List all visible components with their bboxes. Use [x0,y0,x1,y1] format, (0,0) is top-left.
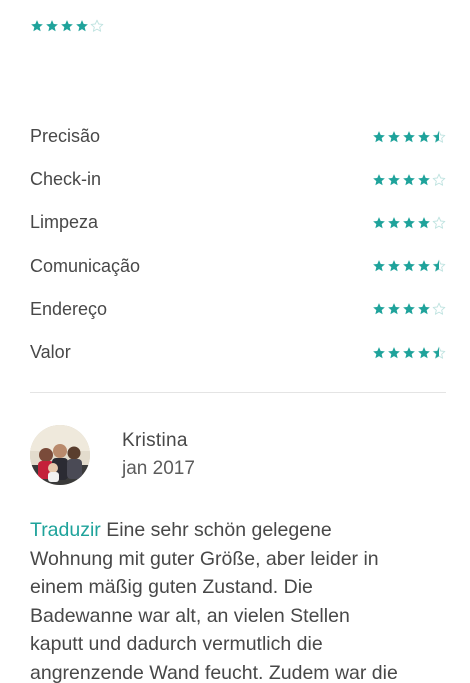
star-icon [417,216,431,230]
review-text-line: Badewanne war alt, an vielen Stellen [30,604,350,627]
star-icon [387,259,401,273]
star-icon [372,302,386,316]
category-rating-stars [372,216,446,230]
star-icon [30,19,44,33]
category-row-precisao: Precisão [30,115,446,158]
star-icon [387,346,401,360]
review-text-line: angrenzende Wand feucht. Zudem war die [30,661,398,683]
category-row-endereco: Endereço [30,288,446,331]
star-icon [387,216,401,230]
review-header: Kristina jan 2017 [30,425,195,485]
review-text-fragment: Eine sehr schön gelegene [106,519,332,541]
star-icon [372,173,386,187]
category-label: Limpeza [30,212,99,233]
star-icon [372,259,386,273]
star-empty-icon [432,302,446,316]
review-text-line: kaputt und dadurch vermutlich die [30,633,323,655]
star-icon [60,19,74,33]
category-rating-stars [372,259,446,273]
category-row-valor: Valor [30,331,446,374]
star-icon [387,173,401,187]
star-icon [372,346,386,360]
star-icon [402,259,416,273]
reviewer-avatar[interactable] [30,425,90,485]
category-label: Valor [30,342,71,363]
star-empty-icon [432,173,446,187]
category-rating-stars [372,173,446,187]
star-icon [372,130,386,144]
star-half-icon [432,259,446,273]
category-label: Check-in [30,169,102,190]
star-icon [75,19,89,33]
translate-link[interactable]: Traduzir [30,519,101,541]
star-icon [387,130,401,144]
star-icon [417,173,431,187]
star-empty-icon [432,216,446,230]
star-icon [417,346,431,360]
category-rating-stars [372,346,446,360]
category-row-check-in: Check-in [30,158,446,201]
reviewer-meta: Kristina jan 2017 [122,425,195,485]
reviewer-name[interactable]: Kristina [122,430,195,452]
star-icon [402,216,416,230]
review-text-line: Wohnung mit guter Größe, aber leider in [30,547,379,570]
section-divider [30,392,446,393]
category-label: Comunicação [30,255,141,276]
star-empty-icon [90,19,104,33]
category-rating-stars [372,302,446,316]
star-icon [372,216,386,230]
star-icon [402,302,416,316]
star-icon [402,173,416,187]
star-icon [417,130,431,144]
category-row-comunicacao: Comunicação [30,245,446,288]
star-icon [417,302,431,316]
category-row-limpeza: Limpeza [30,201,446,244]
star-half-icon [432,130,446,144]
star-icon [402,130,416,144]
overall-rating-stars [30,19,104,33]
star-half-icon [432,346,446,360]
review-text-line: einem mäßig guten Zustand. Die [30,576,313,598]
star-icon [387,302,401,316]
star-icon [417,259,431,273]
review-date: jan 2017 [122,458,195,479]
category-label: Endereço [30,298,108,319]
category-rating-stars [372,130,446,144]
category-label: Precisão [30,126,101,147]
reviews-screen: Precisão Check-in Limpeza Comunicação En… [0,0,470,683]
review-text: Traduzir Eine sehr schön gelegene Wohnun… [30,516,450,683]
review-text-line: Traduzir Eine sehr schön gelegene [30,516,450,545]
star-icon [402,346,416,360]
category-ratings-list: Precisão Check-in Limpeza Comunicação En… [30,115,446,374]
star-icon [45,19,59,33]
